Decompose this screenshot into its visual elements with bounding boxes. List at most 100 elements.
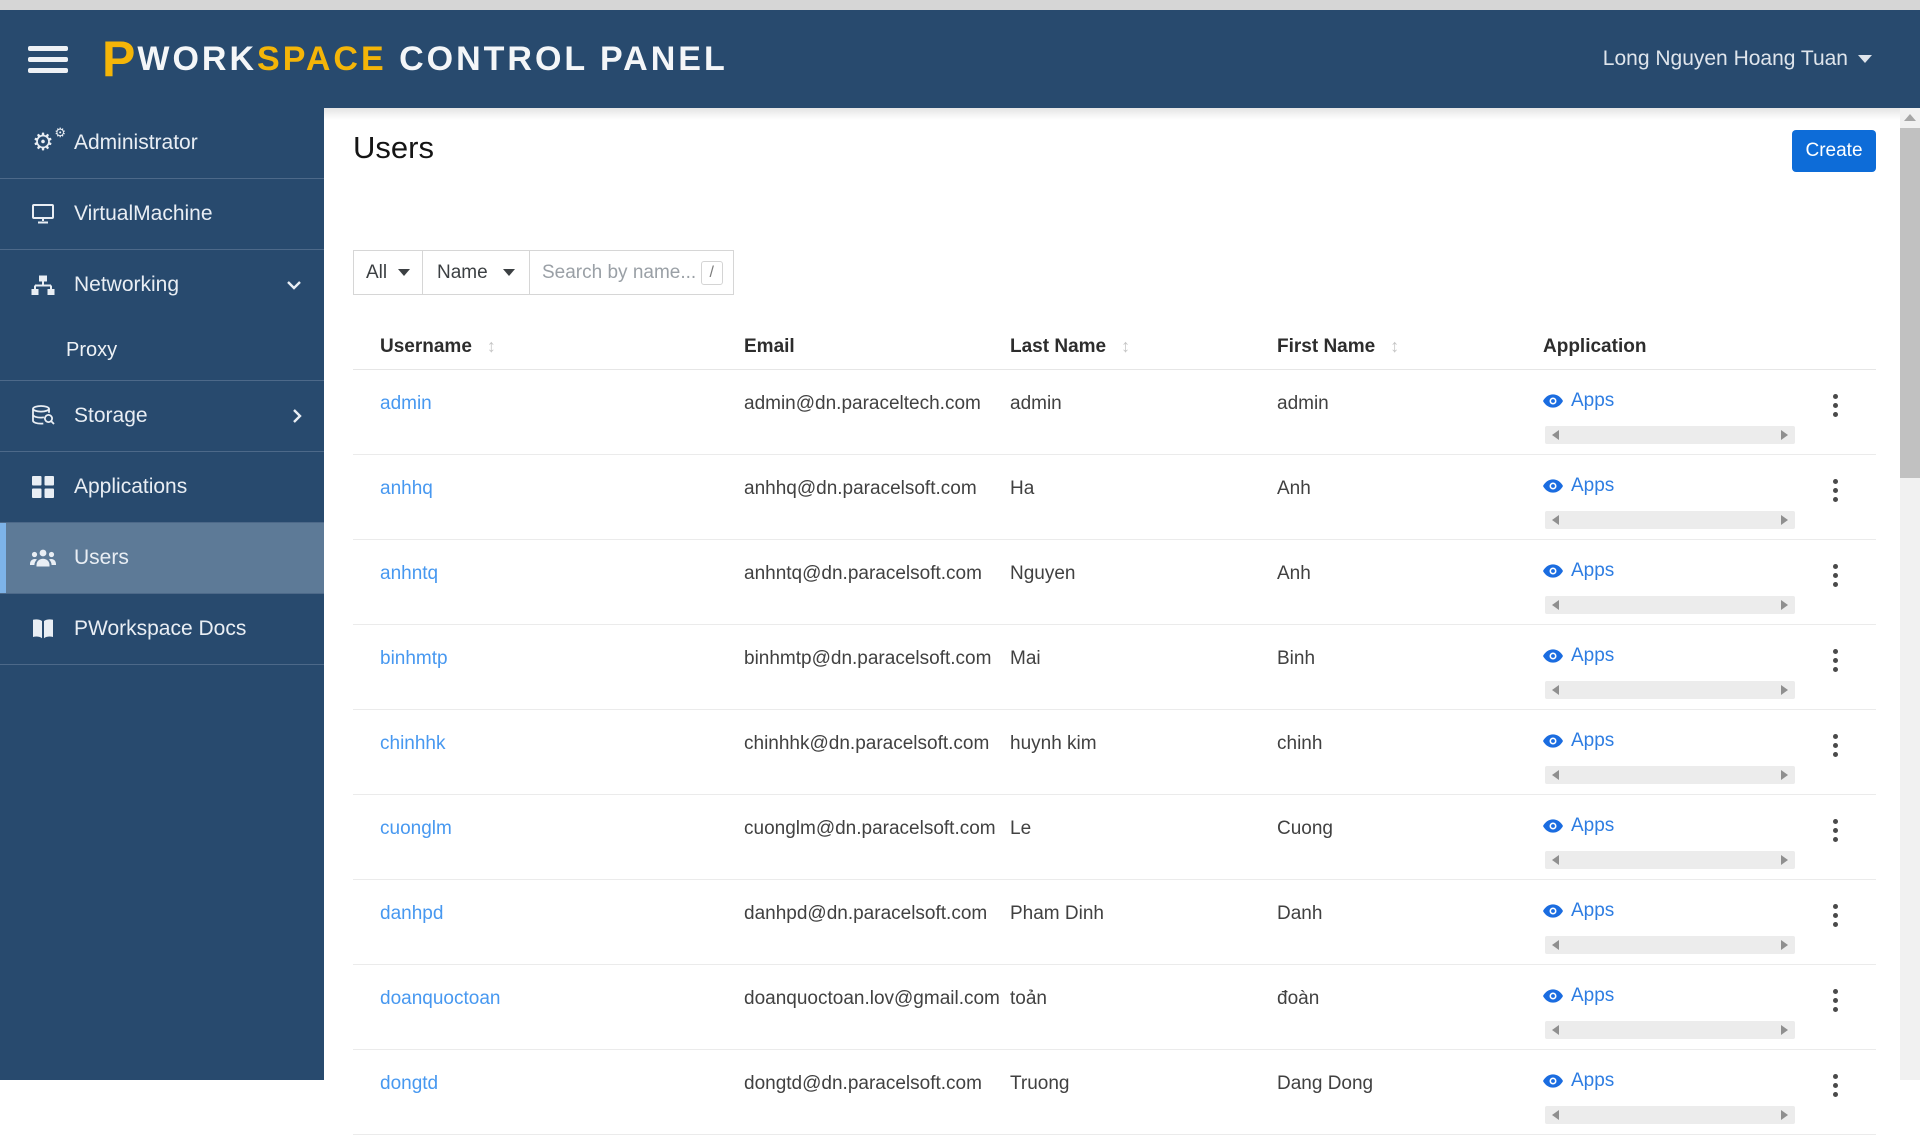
apps-horizontal-scrollbar[interactable] [1545,596,1795,614]
chevron-down-icon [286,280,302,290]
apps-link[interactable]: Apps [1543,1070,1614,1092]
column-header-username[interactable]: Username [380,336,744,358]
scope-filter-value: All [366,262,387,284]
apps-horizontal-scrollbar[interactable] [1545,936,1795,954]
cell-email: admin@dn.paraceltech.com [744,370,1010,415]
sort-icon[interactable] [1390,336,1399,358]
apps-horizontal-scrollbar[interactable] [1545,1021,1795,1039]
scrollbar-thumb[interactable] [1900,128,1920,478]
apps-horizontal-scrollbar[interactable] [1545,511,1795,529]
column-header-first-name[interactable]: First Name [1277,336,1543,358]
username-link[interactable]: danhpd [380,903,443,924]
sidebar-item-label: PWorkspace Docs [74,617,246,641]
cell-last-name: toản [1010,965,1277,1010]
apps-link[interactable]: Apps [1543,985,1614,1007]
column-header-last-name[interactable]: Last Name [1010,336,1277,358]
username-link[interactable]: anhhq [380,478,433,499]
cell-application: Apps [1543,710,1876,794]
sort-icon[interactable] [487,336,496,358]
username-link[interactable]: chinhhk [380,733,446,754]
row-actions-kebab-icon[interactable] [1831,562,1840,589]
apps-horizontal-scrollbar[interactable] [1545,1106,1795,1124]
scroll-left-arrow-icon[interactable] [1552,430,1559,440]
scroll-left-arrow-icon[interactable] [1552,855,1559,865]
sidebar-item-virtualmachine[interactable]: VirtualMachine [0,179,324,249]
app-header: PWORKSPACE CONTROL PANEL Long Nguyen Hoa… [0,10,1920,108]
apps-horizontal-scrollbar[interactable] [1545,426,1795,444]
scroll-left-arrow-icon[interactable] [1552,1110,1559,1120]
scroll-left-arrow-icon[interactable] [1552,515,1559,525]
apps-horizontal-scrollbar[interactable] [1545,851,1795,869]
scroll-left-arrow-icon[interactable] [1552,940,1559,950]
cell-username: dongtd [380,1050,744,1095]
caret-down-icon [503,269,515,276]
cell-email: binhmtp@dn.paracelsoft.com [744,625,1010,670]
eye-icon [1543,479,1563,493]
virtual-machine-icon [28,203,58,225]
row-actions-kebab-icon[interactable] [1831,732,1840,759]
apps-link[interactable]: Apps [1543,815,1614,837]
create-button[interactable]: Create [1792,130,1876,172]
apps-link[interactable]: Apps [1543,900,1614,922]
apps-link[interactable]: Apps [1543,645,1614,667]
logo-work: WORK [137,40,257,79]
apps-link[interactable]: Apps [1543,475,1614,497]
row-actions-kebab-icon[interactable] [1831,902,1840,929]
row-actions-kebab-icon[interactable] [1831,477,1840,504]
username-link[interactable]: cuonglm [380,818,452,839]
cell-email: dongtd@dn.paracelsoft.com [744,1050,1010,1095]
search-box[interactable]: / [529,250,734,295]
scope-filter-dropdown[interactable]: All [353,250,423,295]
row-actions-kebab-icon[interactable] [1831,987,1840,1014]
sidebar-item-storage[interactable]: Storage [0,381,324,451]
cell-first-name: Dang Dong [1277,1050,1543,1095]
sidebar-item-administrator[interactable]: ⚙⚙ Administrator [0,108,324,178]
scroll-right-arrow-icon[interactable] [1781,770,1788,780]
search-input[interactable] [542,262,695,284]
sidebar-item-label: Networking [74,273,179,297]
row-actions-kebab-icon[interactable] [1831,1072,1840,1099]
row-actions-kebab-icon[interactable] [1831,392,1840,419]
scroll-left-arrow-icon[interactable] [1552,685,1559,695]
username-link[interactable]: doanquoctoan [380,988,500,1009]
row-actions-kebab-icon[interactable] [1831,647,1840,674]
sidebar-subitem-proxy[interactable]: Proxy [0,320,324,380]
cell-first-name: Cuong [1277,795,1543,840]
scroll-right-arrow-icon[interactable] [1781,1025,1788,1035]
row-actions-kebab-icon[interactable] [1831,817,1840,844]
sidebar-item-applications[interactable]: Applications [0,452,324,522]
apps-link[interactable]: Apps [1543,730,1614,752]
apps-horizontal-scrollbar[interactable] [1545,681,1795,699]
sidebar-item-networking[interactable]: Networking [0,250,324,320]
scroll-left-arrow-icon[interactable] [1552,600,1559,610]
scroll-left-arrow-icon[interactable] [1552,770,1559,780]
scroll-right-arrow-icon[interactable] [1781,600,1788,610]
eye-icon [1543,394,1563,408]
user-menu[interactable]: Long Nguyen Hoang Tuan [1603,10,1872,108]
eye-icon [1543,989,1563,1003]
sidebar: ⚙⚙ Administrator VirtualMachine [0,108,324,1080]
vertical-scrollbar[interactable] [1900,108,1920,1080]
scroll-right-arrow-icon[interactable] [1781,430,1788,440]
scroll-right-arrow-icon[interactable] [1781,940,1788,950]
scroll-up-arrow-icon[interactable] [1904,114,1916,121]
scroll-right-arrow-icon[interactable] [1781,515,1788,525]
username-link[interactable]: dongtd [380,1073,438,1094]
eye-icon [1543,734,1563,748]
hamburger-menu-icon[interactable] [28,40,68,79]
username-link[interactable]: anhntq [380,563,438,584]
cell-last-name: Mai [1010,625,1277,670]
username-link[interactable]: binhmtp [380,648,448,669]
sidebar-item-users[interactable]: Users [0,523,324,593]
apps-horizontal-scrollbar[interactable] [1545,766,1795,784]
scroll-right-arrow-icon[interactable] [1781,685,1788,695]
apps-link[interactable]: Apps [1543,390,1614,412]
username-link[interactable]: admin [380,393,432,414]
sidebar-item-pworkspace-docs[interactable]: PWorkspace Docs [0,594,324,664]
scroll-left-arrow-icon[interactable] [1552,1025,1559,1035]
scroll-right-arrow-icon[interactable] [1781,855,1788,865]
sort-icon[interactable] [1121,336,1130,358]
scroll-right-arrow-icon[interactable] [1781,1110,1788,1120]
apps-link[interactable]: Apps [1543,560,1614,582]
field-filter-dropdown[interactable]: Name [422,250,530,295]
